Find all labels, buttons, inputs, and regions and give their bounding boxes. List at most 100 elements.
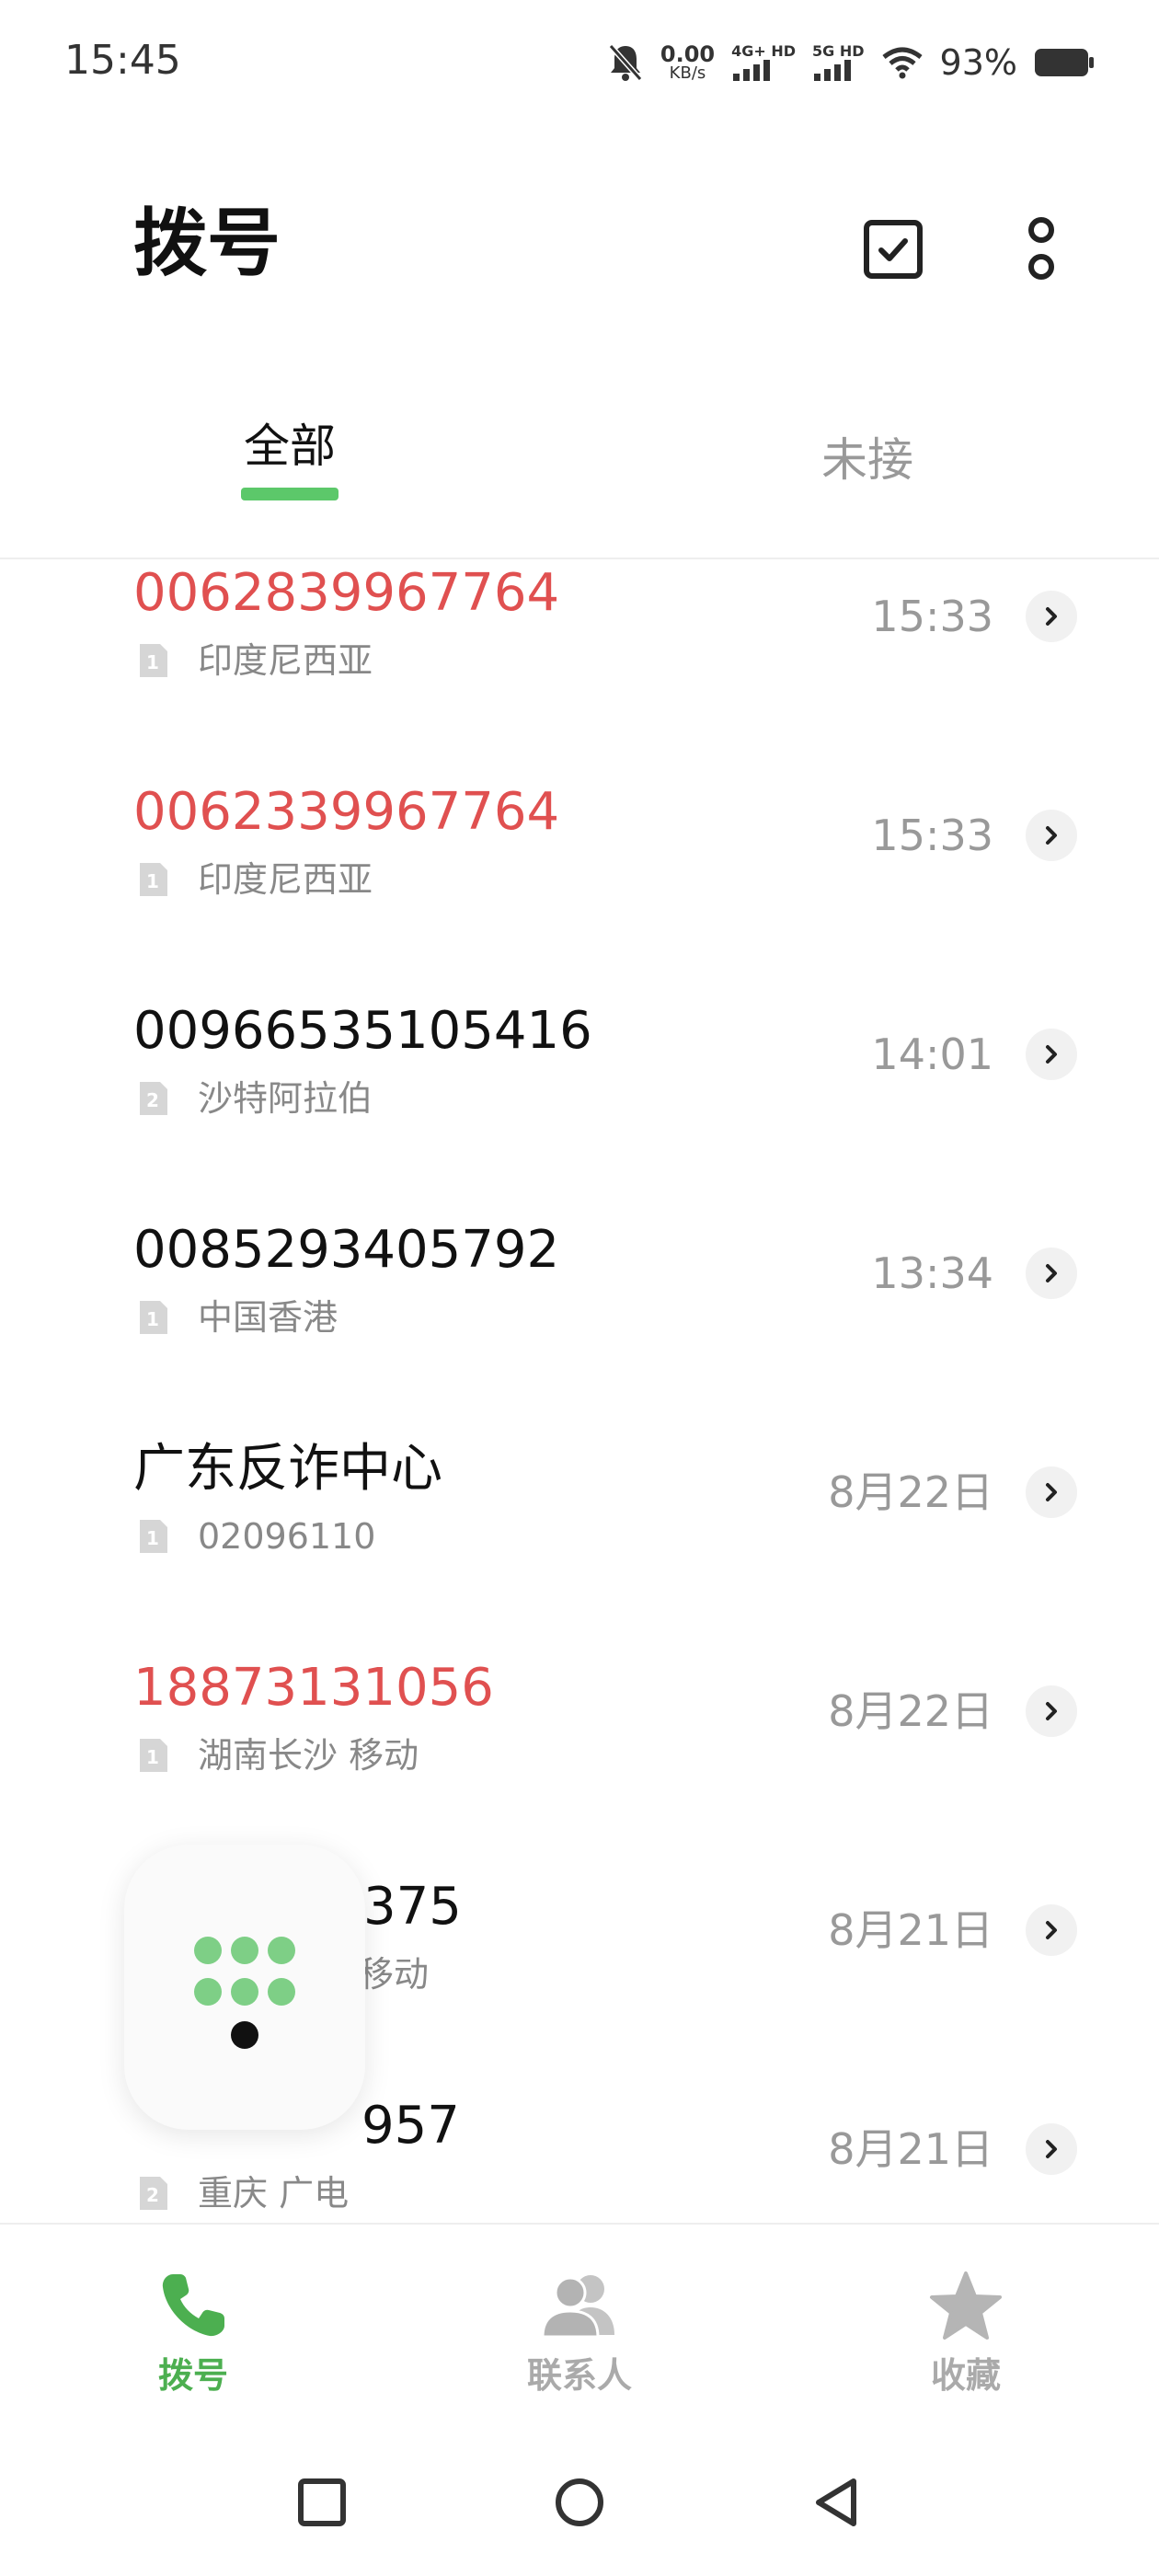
status-bar: 15:45 0.00 KB/s 4G+ HD 5G HD 93% [0,0,1159,120]
caller-name: 0062839967764 [133,563,560,623]
select-mode-button[interactable] [863,219,924,280]
home-button[interactable] [543,2466,616,2539]
chevron-right-icon [1046,1702,1057,1720]
network-speed-value: 0.00 [660,41,716,67]
nav-contacts[interactable]: 联系人 [460,2225,699,2409]
signal-bars-icon [814,60,852,81]
call-location: 重庆 广电 [198,2173,350,2214]
call-log-row[interactable]: 18873131056 1 湖南长沙 移动 8月22日 [0,1656,1159,1875]
tab-missed[interactable]: 未接 [821,437,913,483]
sim-card-icon: 2 [140,1082,167,1115]
phone-icon [162,2274,224,2337]
call-log-row[interactable]: 0062339967764 1 印度尼西亚 15:33 [0,780,1159,999]
svg-text:1: 1 [146,1527,159,1549]
battery-percent: 93% [939,42,1017,83]
svg-text:2: 2 [146,1089,159,1111]
call-location: 沙特阿拉伯 [198,1078,373,1119]
call-log-row[interactable]: 广东反诈中心 1 02096110 8月22日 [0,1437,1159,1656]
sim-card-icon: 2 [140,2177,167,2210]
dialpad-button[interactable] [124,1845,365,2130]
call-log-row[interactable]: 00966535105416 2 沙特阿拉伯 14:01 [0,999,1159,1218]
call-number: 02096110 [198,1516,376,1557]
chevron-right-icon [1046,1045,1057,1064]
call-location: 移动 [359,1954,430,1995]
call-location: 湖南长沙 移动 [198,1735,419,1776]
caller-name: 广东反诈中心 [133,1439,442,1499]
circle-icon [556,2478,603,2526]
call-detail-button[interactable] [1026,1029,1077,1080]
sim-card-icon: 1 [140,863,167,896]
call-location: 印度尼西亚 [198,859,373,900]
call-time: 8月22日 [828,1467,993,1517]
chevron-right-icon [1046,1264,1057,1282]
svg-text:1: 1 [146,1308,159,1330]
tab-all[interactable]: 全部 [244,423,336,469]
sim-card-icon: 1 [140,1520,167,1553]
sim2-signal: 5G HD [812,44,865,81]
call-log-row[interactable]: 0062839967764 1 印度尼西亚 15:33 [0,561,1159,780]
sim1-network-label: 4G+ HD [731,42,797,60]
contacts-icon [541,2275,614,2339]
square-icon [298,2478,346,2526]
back-button[interactable] [800,2466,874,2539]
svg-text:1: 1 [146,1746,159,1768]
call-detail-button[interactable] [1026,1904,1077,1956]
call-detail-button[interactable] [1026,2123,1077,2175]
call-time: 15:33 [871,811,993,860]
page-title: 拨号 [133,201,281,286]
battery-icon [1035,49,1094,76]
nav-contacts-label: 联系人 [526,2355,632,2396]
more-options-button[interactable] [1021,213,1061,287]
svg-text:1: 1 [146,651,159,673]
caller-name: 0085293405792 [133,1220,560,1280]
chevron-right-icon [1046,2140,1057,2158]
triangle-back-icon [816,2478,856,2526]
call-detail-button[interactable] [1026,1685,1077,1737]
wifi-icon [881,47,923,79]
dialpad-icon [194,1937,295,2049]
status-time: 15:45 [64,37,181,84]
caller-name: 0062339967764 [133,782,560,842]
sim-card-icon: 1 [140,1739,167,1772]
chevron-right-icon [1046,607,1057,626]
checkbox-icon [864,220,923,279]
star-icon [930,2271,1002,2340]
call-time: 14:01 [871,1029,993,1079]
chevron-right-icon [1046,826,1057,845]
network-speed-unit: KB/s [669,63,706,83]
chevron-right-icon [1046,1921,1057,1939]
call-time: 8月22日 [828,1686,993,1736]
network-speed: 0.00 KB/s [660,43,715,82]
caller-name: 18873131056 [133,1658,494,1718]
bottom-navigation: 拨号 联系人 收藏 [0,2225,1159,2427]
caller-name: 375 [363,1877,462,1937]
nav-favorites[interactable]: 收藏 [846,2225,1085,2409]
call-detail-button[interactable] [1026,591,1077,642]
svg-text:2: 2 [146,2184,159,2206]
mute-icon [608,44,643,81]
more-vertical-icon [1028,217,1054,280]
status-icons: 0.00 KB/s 4G+ HD 5G HD 93% [607,37,1095,88]
call-detail-button[interactable] [1026,810,1077,861]
system-navigation-bar [0,2466,1159,2558]
sim-card-icon: 1 [140,1301,167,1334]
svg-text:1: 1 [146,870,159,892]
sim1-signal: 4G+ HD [731,44,796,81]
call-location: 中国香港 [198,1297,339,1338]
call-time: 13:34 [871,1248,993,1298]
call-location: 印度尼西亚 [198,640,373,681]
call-time: 15:33 [871,592,993,641]
nav-dial[interactable]: 拨号 [74,2225,313,2409]
call-log-row[interactable]: 0085293405792 1 中国香港 13:34 [0,1218,1159,1437]
nav-favorites-label: 收藏 [930,2355,1001,2396]
signal-bars-icon [733,60,771,81]
sim2-network-label: 5G HD [812,42,865,60]
tab-active-indicator [241,488,339,500]
call-detail-button[interactable] [1026,1248,1077,1299]
sim-card-icon: 1 [140,644,167,677]
call-time: 8月21日 [828,2124,993,2174]
chevron-right-icon [1046,1483,1057,1501]
recent-apps-button[interactable] [285,2466,359,2539]
call-time: 8月21日 [828,1905,993,1955]
call-detail-button[interactable] [1026,1466,1077,1518]
